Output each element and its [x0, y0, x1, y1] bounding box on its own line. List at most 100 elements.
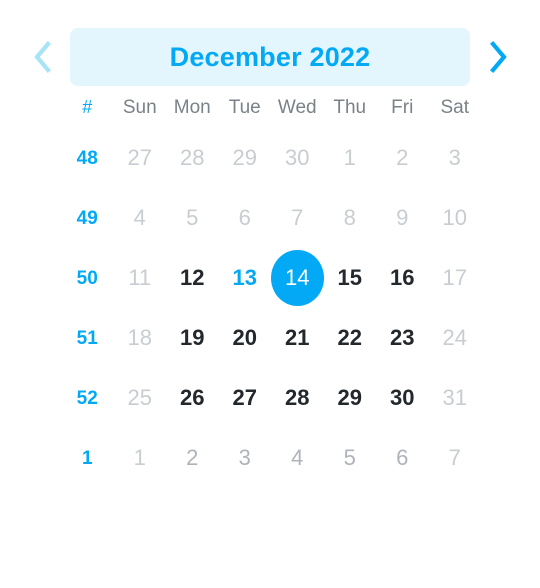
calendar-day-cell[interactable]: 29: [219, 130, 272, 186]
calendar-week-row: 49 4 5 6 7 8 9 10: [61, 188, 479, 248]
calendar-day-disabled: 17: [442, 265, 467, 290]
calendar-day-cell[interactable]: 1: [324, 130, 377, 186]
calendar-day-cell[interactable]: 17: [429, 250, 482, 306]
calendar-day-cell[interactable]: 24: [429, 310, 482, 366]
calendar-week-row: 50 11 12 13 14 15 16 17: [61, 248, 479, 308]
month-year-selector[interactable]: December 2022: [70, 28, 470, 86]
calendar-day-cell[interactable]: 29: [324, 370, 377, 426]
calendar-day-disabled: 1: [343, 145, 356, 170]
calendar-day-cell[interactable]: 9: [376, 190, 429, 246]
calendar-day-cell[interactable]: 30: [271, 130, 324, 186]
week-number-cell[interactable]: 1: [61, 449, 114, 468]
calendar-day-cell[interactable]: 8: [324, 190, 377, 246]
calendar-day-cell[interactable]: 3: [219, 430, 272, 486]
week-number-cell[interactable]: 52: [61, 389, 114, 408]
calendar-day-cell[interactable]: 1: [114, 430, 167, 486]
calendar-day-cell[interactable]: 5: [166, 190, 219, 246]
calendar-day-cell[interactable]: 3: [429, 130, 482, 186]
calendar-day-cell[interactable]: 18: [114, 310, 167, 366]
calendar-day-disabled: 28: [180, 145, 205, 170]
calendar-day[interactable]: 27: [219, 370, 271, 426]
previous-month-button[interactable]: [14, 28, 70, 86]
calendar-day-disabled: 9: [396, 205, 409, 230]
weekday-header-tue: Tue: [219, 98, 272, 117]
calendar-day-cell[interactable]: 7: [429, 430, 482, 486]
calendar-day-disabled: 5: [186, 205, 199, 230]
next-month-button[interactable]: [470, 28, 526, 86]
calendar-day-today[interactable]: 13: [219, 250, 271, 306]
weekday-label: Thu: [333, 96, 367, 118]
calendar-day-disabled: 8: [343, 205, 356, 230]
calendar-day-cell[interactable]: 27: [114, 130, 167, 186]
weekday-header-fri: Fri: [376, 98, 429, 117]
calendar-day-cell[interactable]: 27: [219, 370, 272, 426]
calendar-day-disabled: 25: [127, 385, 152, 410]
calendar-day-cell[interactable]: 31: [429, 370, 482, 426]
calendar-day-cell[interactable]: 6: [219, 190, 272, 246]
weekday-label: Mon: [173, 96, 211, 118]
calendar-day-cell[interactable]: 15: [324, 250, 377, 306]
week-number-label: 1: [81, 447, 93, 469]
calendar-day-cell[interactable]: 28: [271, 370, 324, 426]
week-number-cell[interactable]: 51: [61, 329, 114, 348]
calendar-day-disabled: 3: [448, 145, 461, 170]
weekday-header-sun: Sun: [114, 98, 167, 117]
weekday-label: Sat: [440, 96, 470, 118]
calendar-day[interactable]: 16: [376, 250, 428, 306]
calendar-day[interactable]: 22: [324, 310, 376, 366]
calendar-day-cell[interactable]: 4: [114, 190, 167, 246]
calendar-week-row: 51 18 19 20 21 22 23 24: [61, 308, 479, 368]
calendar-day-cell[interactable]: 21: [271, 310, 324, 366]
calendar-day-cell[interactable]: 20: [219, 310, 272, 366]
weekday-header-mon: Mon: [166, 98, 219, 117]
weekday-header-thu: Thu: [324, 98, 377, 117]
calendar-day-cell[interactable]: 30: [376, 370, 429, 426]
week-number-label: 50: [76, 267, 98, 289]
calendar-day-disabled: 7: [291, 205, 304, 230]
calendar-day-selected[interactable]: 14: [271, 250, 324, 306]
calendar-day[interactable]: 23: [376, 310, 428, 366]
weekday-header-sat: Sat: [429, 98, 482, 117]
calendar-day-cell[interactable]: 26: [166, 370, 219, 426]
calendar-day-cell[interactable]: 6: [376, 430, 429, 486]
calendar-day[interactable]: 12: [166, 250, 218, 306]
calendar-day[interactable]: 28: [271, 370, 323, 426]
week-number-label: 52: [76, 387, 98, 409]
calendar-day-disabled: 5: [343, 445, 356, 470]
weekday-label: Sun: [122, 96, 157, 118]
calendar-day-cell[interactable]: 13: [219, 250, 272, 306]
calendar-day-disabled: 18: [127, 325, 152, 350]
chevron-right-icon: [487, 40, 509, 74]
calendar-day-cell[interactable]: 11: [114, 250, 167, 306]
calendar-day[interactable]: 29: [324, 370, 376, 426]
weekday-header-wed: Wed: [271, 98, 324, 117]
calendar-day-cell[interactable]: 25: [114, 370, 167, 426]
calendar-header: December 2022: [0, 28, 540, 86]
calendar-day-cell[interactable]: 23: [376, 310, 429, 366]
chevron-left-icon: [31, 40, 53, 74]
calendar-day-cell[interactable]: 12: [166, 250, 219, 306]
calendar-day[interactable]: 26: [166, 370, 218, 426]
calendar-day-cell[interactable]: 14: [271, 250, 324, 306]
week-number-column-header: #: [61, 98, 114, 116]
calendar-day-cell[interactable]: 22: [324, 310, 377, 366]
calendar-day-cell[interactable]: 28: [166, 130, 219, 186]
week-number-cell[interactable]: 50: [61, 269, 114, 288]
weekday-label: Tue: [228, 96, 261, 118]
calendar-day-cell[interactable]: 7: [271, 190, 324, 246]
calendar-day[interactable]: 15: [324, 250, 376, 306]
calendar-day-cell[interactable]: 10: [429, 190, 482, 246]
calendar-day-cell[interactable]: 5: [324, 430, 377, 486]
week-number-cell[interactable]: 49: [61, 209, 114, 228]
datepicker-calendar: December 2022 # Sun Mon Tue Wed Thu Fri …: [0, 28, 540, 588]
calendar-day[interactable]: 30: [376, 370, 428, 426]
week-number-cell[interactable]: 48: [61, 149, 114, 168]
calendar-day-cell[interactable]: 16: [376, 250, 429, 306]
calendar-day-cell[interactable]: 19: [166, 310, 219, 366]
calendar-day[interactable]: 19: [166, 310, 218, 366]
calendar-day-cell[interactable]: 2: [376, 130, 429, 186]
calendar-day-cell[interactable]: 4: [271, 430, 324, 486]
calendar-day-cell[interactable]: 2: [166, 430, 219, 486]
calendar-day[interactable]: 20: [219, 310, 271, 366]
calendar-day[interactable]: 21: [271, 310, 323, 366]
